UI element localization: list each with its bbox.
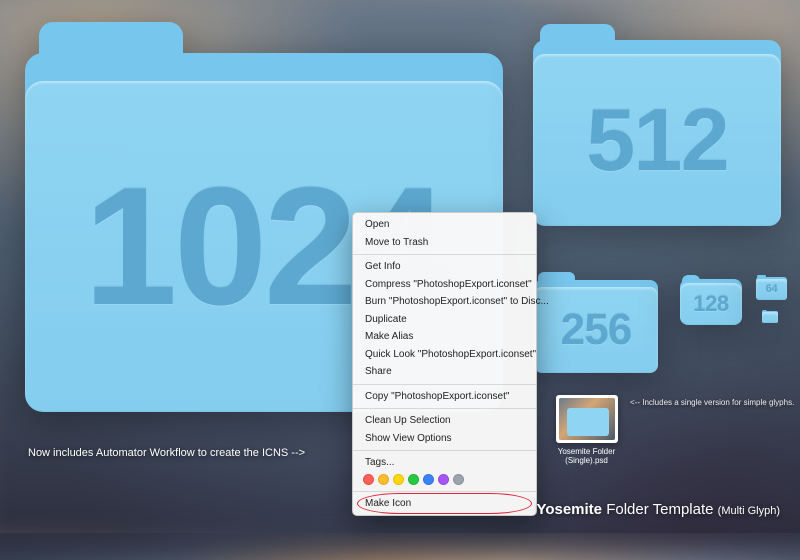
- folder-64[interactable]: 64: [756, 275, 787, 300]
- menu-clean-up[interactable]: Clean Up Selection: [353, 412, 536, 430]
- single-psd-thumbnail[interactable]: Yosemite Folder (Single).psd: [549, 395, 624, 465]
- menu-quick-look[interactable]: Quick Look "PhotoshopExport.iconset": [353, 346, 536, 364]
- tag-color-dot[interactable]: [408, 474, 419, 485]
- menu-compress[interactable]: Compress "PhotoshopExport.iconset": [353, 276, 536, 294]
- menu-tag-colors: [353, 472, 536, 488]
- tag-color-dot[interactable]: [363, 474, 374, 485]
- folder-32[interactable]: [762, 310, 778, 323]
- menu-make-icon[interactable]: Make Icon: [353, 495, 536, 513]
- tag-color-dot[interactable]: [378, 474, 389, 485]
- folder-label: 128: [693, 291, 728, 317]
- menu-view-options[interactable]: Show View Options: [353, 430, 536, 448]
- menu-get-info[interactable]: Get Info: [353, 258, 536, 276]
- folder-512[interactable]: 512: [533, 24, 781, 226]
- folder-label: 64: [766, 283, 778, 295]
- page-title: Yosemite Folder Template (Multi Glyph): [536, 501, 780, 519]
- menu-burn[interactable]: Burn "PhotoshopExport.iconset" to Disc..…: [353, 293, 536, 311]
- tag-color-dot[interactable]: [453, 474, 464, 485]
- menu-copy[interactable]: Copy "PhotoshopExport.iconset": [353, 388, 536, 406]
- caption-automator: Now includes Automator Workflow to creat…: [28, 447, 305, 459]
- menu-duplicate[interactable]: Duplicate: [353, 311, 536, 329]
- menu-open[interactable]: Open: [353, 216, 536, 234]
- folder-256[interactable]: 256: [534, 272, 658, 373]
- tag-color-dot[interactable]: [438, 474, 449, 485]
- folder-label: 512: [586, 89, 728, 191]
- menu-make-alias[interactable]: Make Alias: [353, 328, 536, 346]
- menu-tags[interactable]: Tags...: [353, 454, 536, 472]
- menu-share[interactable]: Share: [353, 363, 536, 381]
- tag-color-dot[interactable]: [423, 474, 434, 485]
- tag-color-dot[interactable]: [393, 474, 404, 485]
- context-menu: Open Move to Trash Get Info Compress "Ph…: [352, 212, 537, 516]
- folder-128[interactable]: 128: [680, 275, 742, 325]
- thumbnail-label: Yosemite Folder (Single).psd: [549, 447, 624, 465]
- caption-single-version: <-- Includes a single version for simple…: [630, 398, 794, 407]
- folder-label: 256: [561, 305, 632, 355]
- menu-move-to-trash[interactable]: Move to Trash: [353, 234, 536, 252]
